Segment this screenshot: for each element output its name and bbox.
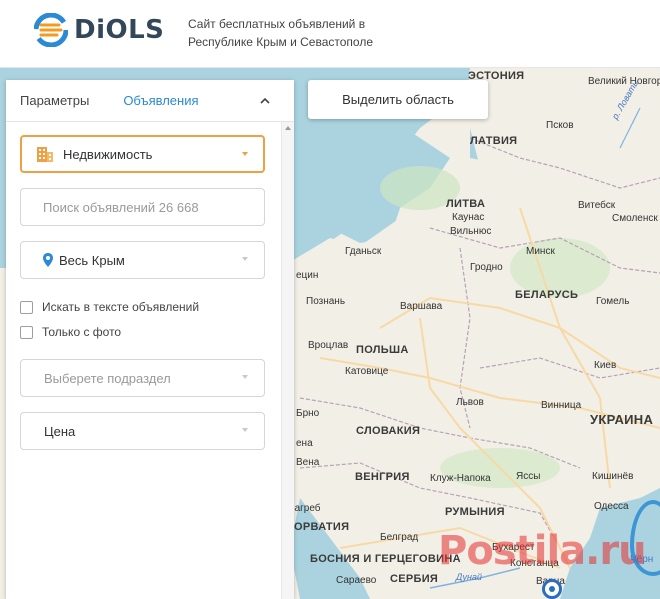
map-label-smolensk: Смоленск <box>612 213 658 224</box>
location-pin-icon <box>43 253 53 267</box>
map-label-poznan: Познань <box>306 296 346 307</box>
map-label-romania: РУМЫНИЯ <box>445 506 505 518</box>
chevron-down-icon <box>242 375 248 379</box>
chevron-down-icon <box>242 428 248 432</box>
map-label-vena: Вена <box>296 457 320 468</box>
category-select-value: Недвижимость <box>63 146 153 162</box>
logo-icon <box>34 13 68 47</box>
search-in-text-checkbox[interactable] <box>20 300 33 314</box>
only-photo-checkbox[interactable] <box>20 325 33 339</box>
search-in-text-option[interactable]: Искать в тексте объявлений <box>20 300 199 314</box>
map-label-odessa: Одесса <box>594 501 629 512</box>
postila-watermark: Postila.ru <box>438 528 647 574</box>
map-label-sarajevo: Сараево <box>336 575 377 586</box>
map-label-kaunas: Каунас <box>452 212 485 223</box>
filters-panel: Параметры Объявления Недвижимость Весь К… <box>6 80 294 599</box>
search-in-text-label: Искать в тексте объявлений <box>42 300 200 314</box>
map-label-slovakia: СЛОВАКИЯ <box>356 425 421 437</box>
logo-text: DiOLS <box>74 15 165 45</box>
map-label-grodno: Гродно <box>470 262 503 273</box>
only-photo-option[interactable]: Только с фото <box>20 325 121 339</box>
site-tagline: Сайт бесплатных объявлений в Республике … <box>188 15 428 51</box>
map-label-gdansk: Гданьск <box>345 246 382 257</box>
map-label-belarus: БЕЛАРУСЬ <box>515 289 579 301</box>
site-header: DiOLS Сайт бесплатных объявлений в Респу… <box>0 0 660 68</box>
map-label-pskov: Псков <box>546 120 574 131</box>
map-label-zagreb: загреб <box>290 503 321 514</box>
map-label-vitebsk: Витебск <box>578 200 616 211</box>
search-input[interactable] <box>21 199 264 215</box>
map-label-vinnytsia: Винница <box>541 400 582 411</box>
tagline-line-2: Республике Крым и Севастополе <box>188 35 373 49</box>
map-label-hungary: ВЕНГРИЯ <box>355 471 410 483</box>
map-label-warsaw: Варшава <box>400 301 443 312</box>
tab-parameters[interactable]: Параметры <box>6 80 103 122</box>
tagline-line-1: Сайт бесплатных объявлений в <box>188 17 366 31</box>
subsection-select-placeholder: Выберете подраздел <box>44 370 171 386</box>
map-label-szczecin: ецин <box>296 270 319 281</box>
search-field[interactable] <box>20 188 265 226</box>
map-label-croatia: ОРВАТИЯ <box>294 521 350 533</box>
map-label-gomel: Гомель <box>596 296 630 307</box>
panel-scrollbar[interactable] <box>281 122 294 599</box>
collapse-panel-icon[interactable] <box>258 94 272 108</box>
map-label-poland: ПОЛЬША <box>356 344 409 356</box>
map-label-katowice: Катовице <box>345 366 389 377</box>
location-select[interactable]: Весь Крым <box>20 241 265 279</box>
map-label-lithuania: ЛИТВА <box>446 198 486 210</box>
price-select-label: Цена <box>44 423 76 439</box>
map-label-ukraine: УКРАИНА <box>590 412 654 427</box>
category-select[interactable]: Недвижимость <box>20 135 265 173</box>
scroll-up-arrow-icon[interactable] <box>285 126 291 130</box>
map-location-pin-icon[interactable] <box>542 579 562 599</box>
map-label-iasi: Яссы <box>516 471 541 482</box>
map-label-minsk: Минск <box>526 246 555 257</box>
map-label-chisinau: Кишинёв <box>592 471 634 482</box>
map-label-cluj: Клуж-Напока <box>430 473 491 484</box>
map-label-kyiv: Киев <box>594 360 617 371</box>
map-label-brno: Брно <box>296 408 320 419</box>
only-photo-label: Только с фото <box>42 325 122 339</box>
subsection-select[interactable]: Выберете подраздел <box>20 359 265 397</box>
price-select[interactable]: Цена <box>20 412 265 450</box>
map-label-wroclaw: Вроцлав <box>308 340 349 351</box>
chevron-down-icon <box>242 257 248 261</box>
chevron-down-icon <box>242 152 248 156</box>
map-label-vienna: ена <box>296 438 313 449</box>
map-label-veliky-novgorod: Великий Новгород <box>588 76 660 87</box>
building-icon <box>37 147 53 162</box>
map-label-lviv: Львов <box>456 397 484 408</box>
site-logo[interactable]: DiOLS <box>34 13 164 47</box>
location-select-value: Весь Крым <box>59 252 125 268</box>
tab-ads[interactable]: Объявления <box>109 80 212 122</box>
map-label-belgrade: Белград <box>380 532 419 543</box>
map-label-latvia: ЛАТВИЯ <box>470 135 518 147</box>
map-label-serbia: СЕРБИЯ <box>390 573 439 585</box>
panel-tabs: Параметры Объявления <box>6 80 294 122</box>
select-area-button[interactable]: Выделить область <box>308 80 488 119</box>
map-label-vilnius: Вильнюс <box>450 226 492 237</box>
